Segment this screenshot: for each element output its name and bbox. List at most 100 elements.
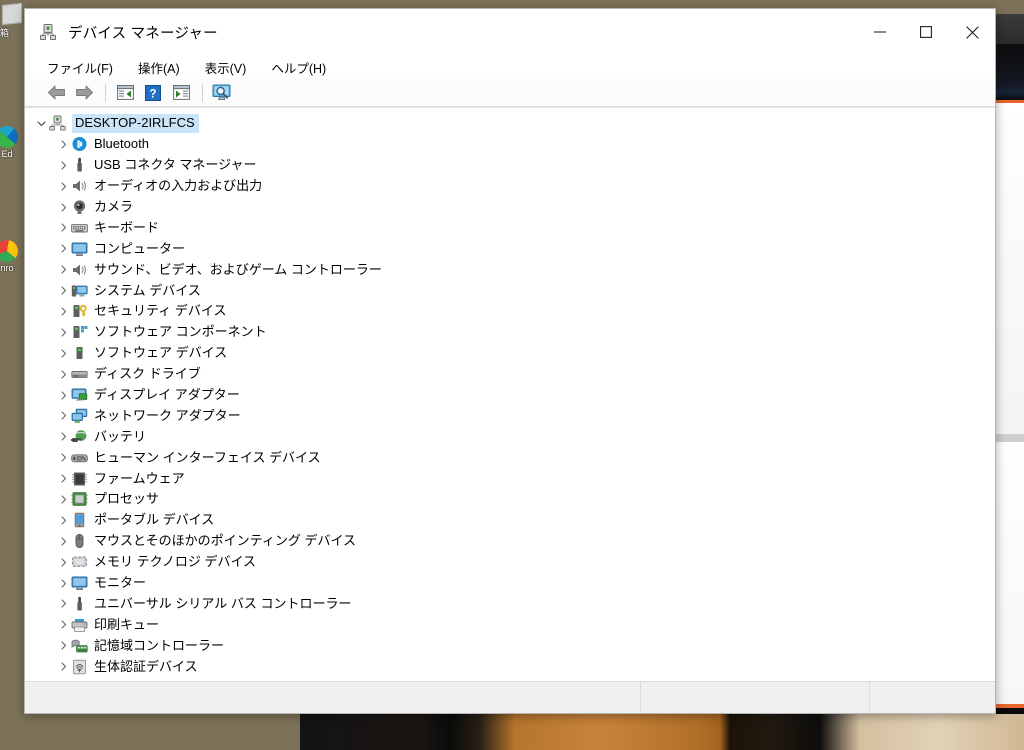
disk-drive-icon <box>71 366 88 382</box>
tree-node-storage-controllers[interactable]: 記憶域コントローラー <box>25 635 995 656</box>
menu-item-view[interactable]: 表示(V) <box>205 58 247 77</box>
chevron-right-icon[interactable] <box>55 474 71 483</box>
chevron-right-icon[interactable] <box>55 140 71 149</box>
chevron-right-icon[interactable] <box>55 411 71 420</box>
chevron-right-icon[interactable] <box>55 349 71 358</box>
tree-node-biometric-devices[interactable]: 生体認証デバイス <box>25 656 995 677</box>
chevron-right-icon[interactable] <box>55 579 71 588</box>
network-adapter-icon <box>71 408 88 424</box>
tree-node-label: モニター <box>94 575 146 591</box>
desktop-icon-label: Ed <box>0 149 18 159</box>
show-hide-console-tree-button[interactable] <box>112 82 138 104</box>
menu-bar: ファイル(F) 操作(A) 表示(V) ヘルプ(H) <box>25 55 995 79</box>
chevron-right-icon[interactable] <box>55 370 71 379</box>
tree-node-network-adapters[interactable]: ネットワーク アダプター <box>25 405 995 426</box>
tree-node-memory-technology-devices[interactable]: メモリ テクノロジ デバイス <box>25 552 995 573</box>
tree-node-label: システム デバイス <box>94 283 201 299</box>
keyboard-icon <box>71 220 88 236</box>
chevron-right-icon[interactable] <box>55 453 71 462</box>
tree-node-software-components[interactable]: ソフトウェア コンポーネント <box>25 322 995 343</box>
background-window-right[interactable] <box>994 14 1024 750</box>
chevron-right-icon[interactable] <box>55 161 71 170</box>
chevron-right-icon[interactable] <box>55 307 71 316</box>
tree-node-portable-devices[interactable]: ポータブル デバイス <box>25 510 995 531</box>
storage-controller-icon <box>71 638 88 654</box>
chevron-right-icon[interactable] <box>55 286 71 295</box>
device-manager-window: デバイス マネージャー ファイル(F) 操作(A) 表示(V) ヘルプ(H) <box>24 8 996 714</box>
tree-node-usb-connector-manager[interactable]: USB コネクタ マネージャー <box>25 155 995 176</box>
tree-node-batteries[interactable]: バッテリ <box>25 426 995 447</box>
chevron-right-icon[interactable] <box>55 203 71 212</box>
tree-node-display-adapters[interactable]: ディスプレイ アダプター <box>25 385 995 406</box>
menu-item-action[interactable]: 操作(A) <box>138 58 180 77</box>
tree-node-cameras[interactable]: カメラ <box>25 197 995 218</box>
tree-node-label: ディスプレイ アダプター <box>94 387 240 403</box>
chevron-right-icon[interactable] <box>55 265 71 274</box>
tree-node-mice-and-other-pointing-devices[interactable]: マウスとそのほかのポインティング デバイス <box>25 531 995 552</box>
system-device-icon <box>71 283 88 299</box>
chevron-right-icon[interactable] <box>55 223 71 232</box>
back-button[interactable] <box>43 82 69 104</box>
help-button[interactable]: ? <box>140 82 166 104</box>
maximize-button[interactable] <box>903 9 949 55</box>
tree-node-security-devices[interactable]: セキュリティ デバイス <box>25 301 995 322</box>
chevron-right-icon[interactable] <box>55 432 71 441</box>
battery-icon <box>71 429 88 445</box>
audio-icon <box>71 178 88 194</box>
monitor-icon <box>71 575 88 591</box>
chevron-right-icon[interactable] <box>55 537 71 546</box>
close-button[interactable] <box>949 9 995 55</box>
tree-node-disk-drives[interactable]: ディスク ドライブ <box>25 364 995 385</box>
tree-node-label: ヒューマン インターフェイス デバイス <box>94 450 321 466</box>
tree-node-label: 生体認証デバイス <box>94 659 198 675</box>
tree-node-computer[interactable]: コンピューター <box>25 238 995 259</box>
memory-technology-icon <box>71 554 88 570</box>
bluetooth-icon <box>71 136 88 152</box>
status-segment-2 <box>641 682 870 713</box>
tree-node-sound-video-game-controllers[interactable]: サウンド、ビデオ、およびゲーム コントローラー <box>25 259 995 280</box>
chevron-right-icon[interactable] <box>55 641 71 650</box>
tree-node-bluetooth[interactable]: Bluetooth <box>25 134 995 155</box>
tree-node-label: マウスとそのほかのポインティング デバイス <box>94 533 356 549</box>
tree-node-processors[interactable]: プロセッサ <box>25 489 995 510</box>
chevron-down-icon[interactable] <box>33 119 49 128</box>
status-segment-3 <box>870 682 995 713</box>
tree-node-audio-inputs-outputs[interactable]: オーディオの入力および出力 <box>25 176 995 197</box>
desktop-icon-google-chrome[interactable]: nro <box>0 240 18 273</box>
tree-node-human-interface-devices[interactable]: ヒューマン インターフェイス デバイス <box>25 447 995 468</box>
minimize-button[interactable] <box>857 9 903 55</box>
chevron-right-icon[interactable] <box>55 516 71 525</box>
tree-node-system-devices[interactable]: システム デバイス <box>25 280 995 301</box>
chevron-right-icon[interactable] <box>55 495 71 504</box>
forward-button[interactable] <box>71 82 97 104</box>
tree-node-root[interactable]: DESKTOP-2IRLFCS <box>25 113 995 134</box>
chevron-right-icon[interactable] <box>55 182 71 191</box>
tree-node-label: ソフトウェア デバイス <box>94 345 227 361</box>
menu-item-file[interactable]: ファイル(F) <box>47 58 113 77</box>
chevron-right-icon[interactable] <box>55 662 71 671</box>
chevron-right-icon[interactable] <box>55 558 71 567</box>
tree-node-software-devices[interactable]: ソフトウェア デバイス <box>25 343 995 364</box>
menu-item-help[interactable]: ヘルプ(H) <box>271 58 326 77</box>
tree-node-label: キーボード <box>94 220 159 236</box>
desktop-icon-label: 箱 <box>0 26 9 39</box>
biometric-icon <box>71 659 88 675</box>
toolbar-separator <box>105 84 106 102</box>
scan-for-hardware-changes-button[interactable] <box>209 82 235 104</box>
chevron-right-icon[interactable] <box>55 391 71 400</box>
desktop-icon-recycle-bin[interactable]: 箱 <box>0 4 22 38</box>
chevron-right-icon[interactable] <box>55 620 71 629</box>
tree-node-firmware[interactable]: ファームウェア <box>25 468 995 489</box>
properties-button[interactable] <box>168 82 194 104</box>
desktop-icon-microsoft-edge[interactable]: Ed <box>0 126 18 159</box>
tree-node-keyboards[interactable]: キーボード <box>25 217 995 238</box>
chevron-right-icon[interactable] <box>55 328 71 337</box>
chevron-right-icon[interactable] <box>55 599 71 608</box>
device-tree[interactable]: DESKTOP-2IRLFCS Bluetooth USB コネクタ マネージャ… <box>25 107 995 681</box>
chevron-right-icon[interactable] <box>55 244 71 253</box>
recycle-bin-icon <box>2 3 22 25</box>
tree-node-universal-serial-bus-controllers[interactable]: ユニバーサル シリアル バス コントローラー <box>25 593 995 614</box>
tree-node-print-queues[interactable]: 印刷キュー <box>25 614 995 635</box>
tree-node-monitors[interactable]: モニター <box>25 573 995 594</box>
title-bar[interactable]: デバイス マネージャー <box>25 9 995 55</box>
